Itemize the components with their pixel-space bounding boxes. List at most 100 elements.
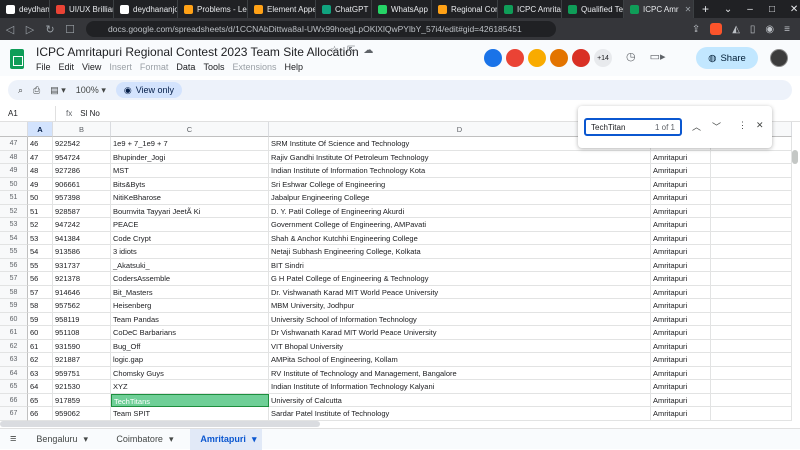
print-icon[interactable]: ⎙ — [33, 85, 40, 96]
table-cell[interactable]: BIT Sindri — [269, 258, 651, 272]
table-cell[interactable]: 56 — [28, 272, 53, 286]
table-cell[interactable]: 951108 — [53, 326, 111, 340]
table-cell[interactable]: 954724 — [53, 150, 111, 164]
menu-insert[interactable]: Insert — [109, 62, 132, 72]
collaborator-avatar[interactable] — [528, 49, 546, 67]
table-cell[interactable] — [711, 150, 792, 164]
table-cell[interactable]: Sardar Patel Institute of Technology — [269, 407, 651, 421]
table-cell[interactable]: University of Calcutta — [269, 393, 651, 407]
row-header[interactable]: 57 — [0, 272, 28, 286]
table-cell[interactable]: Sri Eshwar College of Engineering — [269, 177, 651, 191]
table-cell[interactable]: XYZ — [111, 380, 269, 394]
name-box[interactable]: A1 — [0, 105, 56, 122]
table-cell[interactable]: 927286 — [53, 164, 111, 178]
table-cell[interactable]: 947242 — [53, 218, 111, 232]
table-cell[interactable]: MST — [111, 164, 269, 178]
table-cell[interactable]: Shah & Anchor Kutchhi Engineering Colleg… — [269, 231, 651, 245]
table-cell[interactable]: Netaji Subhash Engineering College, Kolk… — [269, 245, 651, 259]
menu-icon[interactable]: ≡ — [784, 24, 790, 35]
row-header[interactable]: 66 — [0, 393, 28, 407]
menu-tools[interactable]: Tools — [203, 62, 224, 72]
collaborator-avatar[interactable] — [572, 49, 590, 67]
table-cell[interactable]: Amritapuri — [651, 339, 711, 353]
row-header[interactable]: 56 — [0, 258, 28, 272]
table-cell[interactable]: Team SPIT — [111, 407, 269, 421]
find-input[interactable]: TechTitan 1 of 1 — [584, 118, 682, 136]
collaborator-avatar[interactable] — [506, 49, 524, 67]
table-cell[interactable]: 64 — [28, 380, 53, 394]
table-cell[interactable]: VIT Bhopal University — [269, 339, 651, 353]
table-cell[interactable]: 959751 — [53, 366, 111, 380]
table-cell[interactable]: _Akatsuki_ — [111, 258, 269, 272]
table-cell[interactable]: 66 — [28, 407, 53, 421]
table-cell[interactable]: Team Pandas — [111, 312, 269, 326]
table-cell[interactable]: Dr Vishwanath Karad MIT World Peace Univ… — [269, 326, 651, 340]
table-cell[interactable]: Amritapuri — [651, 245, 711, 259]
table-cell[interactable]: 921887 — [53, 353, 111, 367]
table-cell[interactable]: 921530 — [53, 380, 111, 394]
sheet-tab-coimbatore[interactable]: Coimbatore ▾ — [106, 429, 190, 450]
table-cell[interactable] — [711, 191, 792, 205]
view-only-button[interactable]: ◉ View only — [115, 82, 183, 98]
table-cell[interactable]: 957562 — [53, 299, 111, 313]
table-cell[interactable]: Amritapuri — [651, 285, 711, 299]
table-cell[interactable]: 55 — [28, 258, 53, 272]
table-cell[interactable]: D. Y. Patil College of Engineering Akurd… — [269, 204, 651, 218]
table-cell[interactable]: CoDeC Barbarians — [111, 326, 269, 340]
chevron-down-icon[interactable]: ▾ — [83, 434, 88, 445]
all-sheets-icon[interactable]: ≡ — [0, 429, 26, 450]
row-header[interactable]: 53 — [0, 218, 28, 232]
horizontal-scrollbar[interactable] — [0, 421, 320, 427]
maximize-icon[interactable]: □ — [761, 4, 783, 15]
row-header[interactable]: 60 — [0, 312, 28, 326]
table-cell[interactable] — [711, 177, 792, 191]
table-cell[interactable] — [711, 393, 792, 407]
row-header[interactable]: 54 — [0, 231, 28, 245]
brave-shield-icon[interactable] — [710, 23, 723, 35]
browser-tab[interactable]: Regional Con — [432, 0, 498, 18]
tab-search-icon[interactable]: ⌄ — [717, 4, 739, 15]
url-field[interactable]: docs.google.com/spreadsheets/d/1CCNAbDit… — [86, 21, 556, 37]
browser-tab[interactable]: Qualified Tea — [562, 0, 624, 18]
chevron-down-icon[interactable]: ▾ — [252, 434, 257, 445]
table-cell[interactable]: Dr. Vishwanath Karad MIT World Peace Uni… — [269, 285, 651, 299]
close-window-icon[interactable]: ✕ — [783, 4, 800, 15]
table-cell[interactable]: Amritapuri — [651, 272, 711, 286]
table-cell[interactable]: Amritapuri — [651, 258, 711, 272]
column-header-a[interactable]: A — [28, 122, 53, 137]
sheet-tab-amritapuri[interactable]: Amritapuri ▾ — [190, 428, 263, 450]
browser-tab[interactable]: ICPC Amr ✕ — [624, 0, 694, 18]
table-cell[interactable] — [711, 258, 792, 272]
table-cell[interactable]: 60 — [28, 326, 53, 340]
browser-tab[interactable]: Element Appe — [248, 0, 316, 18]
find-close-icon[interactable]: ✕ — [756, 120, 764, 131]
document-title[interactable]: ICPC Amritapuri Regional Contest 2023 Te… — [36, 45, 359, 59]
table-cell[interactable]: 53 — [28, 231, 53, 245]
paint-format-icon[interactable]: ▤ ▾ — [50, 85, 66, 96]
row-header[interactable]: 64 — [0, 366, 28, 380]
table-cell[interactable]: Amritapuri — [651, 218, 711, 232]
table-cell[interactable]: Bug_Off — [111, 339, 269, 353]
table-cell[interactable] — [711, 366, 792, 380]
table-cell[interactable]: TechTitans — [111, 393, 269, 407]
row-header[interactable]: 62 — [0, 339, 28, 353]
table-cell[interactable]: Government College of Engineering, AMPav… — [269, 218, 651, 232]
table-cell[interactable]: Amritapuri — [651, 191, 711, 205]
table-cell[interactable]: 957398 — [53, 191, 111, 205]
menu-format[interactable]: Format — [140, 62, 169, 72]
new-tab-button[interactable]: + — [694, 2, 717, 16]
table-cell[interactable] — [711, 218, 792, 232]
menu-help[interactable]: Help — [284, 62, 303, 72]
row-header[interactable]: 50 — [0, 177, 28, 191]
find-next-icon[interactable]: ﹀ — [712, 120, 721, 133]
table-cell[interactable]: Amritapuri — [651, 299, 711, 313]
browser-tab[interactable]: ICPC Amritap — [498, 0, 562, 18]
table-cell[interactable]: Amritapuri — [651, 380, 711, 394]
sheet-tab-bengaluru[interactable]: Bengaluru ▾ — [26, 429, 106, 450]
menu-edit[interactable]: Edit — [59, 62, 75, 72]
table-cell[interactable]: 57 — [28, 285, 53, 299]
table-cell[interactable]: Heisenberg — [111, 299, 269, 313]
table-cell[interactable]: 50 — [28, 191, 53, 205]
table-cell[interactable]: 62 — [28, 353, 53, 367]
table-cell[interactable] — [711, 380, 792, 394]
